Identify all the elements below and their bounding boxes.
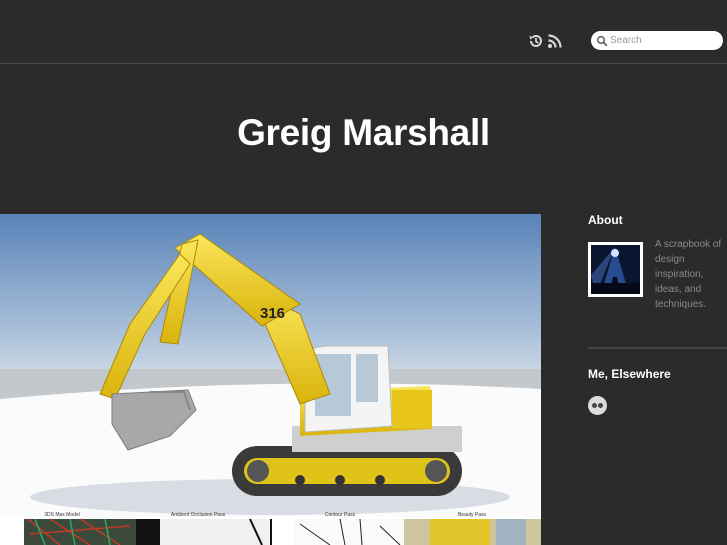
search-icon (596, 35, 608, 47)
elsewhere-heading: Me, Elsewhere (588, 367, 671, 381)
history-icon[interactable] (528, 33, 544, 49)
top-bar (0, 0, 727, 64)
site-title[interactable]: Greig Marshall (0, 112, 727, 154)
image-label: 3DS Max Model (44, 512, 80, 518)
excavator-render: 316 3DS Max Model Ambient Occlusion Pass… (0, 214, 541, 545)
rss-icon[interactable] (547, 33, 563, 49)
about-avatar[interactable] (588, 242, 643, 297)
search-input[interactable] (610, 32, 716, 48)
flickr-icon[interactable] (588, 396, 607, 415)
machine-number: 316 (260, 305, 285, 322)
post-image[interactable]: 316 3DS Max Model Ambient Occlusion Pass… (0, 214, 541, 545)
about-text: A scrapbook of design inspiration, ideas… (655, 239, 722, 310)
image-label: Ambient Occlusion Pass (171, 512, 226, 518)
search-box[interactable] (591, 31, 723, 50)
image-label: Contour Pass (325, 512, 356, 518)
sidebar-divider (588, 347, 727, 349)
about-heading: About (588, 213, 623, 227)
image-label: Beauty Pass (458, 512, 487, 518)
